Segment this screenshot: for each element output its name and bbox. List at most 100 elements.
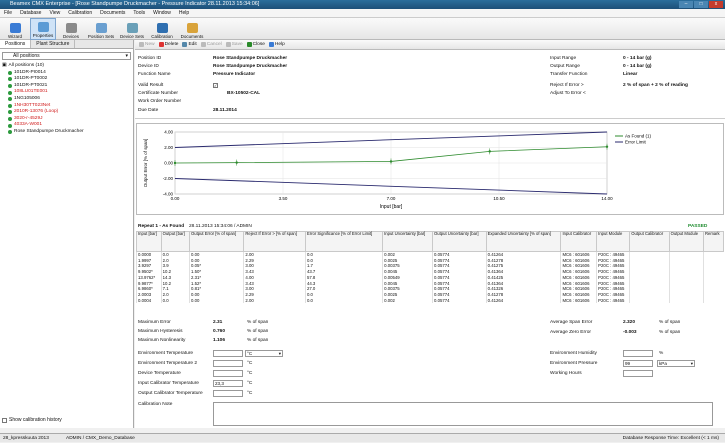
- pressure-unit-select[interactable]: kPa ▾: [657, 360, 695, 367]
- close-window-button[interactable]: x: [709, 1, 723, 8]
- menu-calibration[interactable]: Calibration: [68, 10, 92, 16]
- wizard-icon: [9, 23, 21, 33]
- avg-zero-unit: % of span: [659, 330, 681, 335]
- table-row[interactable]: 0.0004 0.0 0.00 2.00 0.0 0.002 0.05774 0.41264 M…: [136, 297, 724, 304]
- output-cal-temp-unit: °C: [247, 391, 253, 396]
- output-range-value: 0 - 14 bar (g): [623, 64, 652, 69]
- reject-label: Reject If Error >: [550, 83, 584, 88]
- menu-view[interactable]: View: [49, 10, 60, 16]
- position-icon: [8, 103, 12, 108]
- env-temp-field[interactable]: [213, 350, 243, 357]
- menu-database[interactable]: Database: [20, 10, 41, 16]
- env-temp2-field[interactable]: [213, 360, 243, 367]
- error-chart: 0.00 3.50 7.00 10.50 14.00 -4.00 -2.00 0.00 2.00…: [136, 123, 724, 215]
- show-history-checkbox[interactable]: Show calibration history: [2, 417, 62, 423]
- certificate-value: BX-10502-CAL: [227, 91, 261, 96]
- device-sets-button[interactable]: Device Sets: [118, 18, 146, 40]
- delete-button[interactable]: Delete: [158, 42, 178, 47]
- valid-result-checkbox[interactable]: ✓: [213, 83, 218, 88]
- menu-window[interactable]: Window: [153, 10, 171, 16]
- tab-positions[interactable]: Positions: [0, 40, 32, 48]
- due-date-label: Due Date: [138, 108, 159, 113]
- tree-item[interactable]: 101DR-PT0002: [2, 76, 133, 83]
- menu-help[interactable]: Help: [179, 10, 189, 16]
- save-button[interactable]: Save: [225, 42, 243, 47]
- documents-icon: [186, 23, 198, 33]
- env-temp2-label: Environment Temperature 2: [138, 361, 198, 366]
- wizard-button[interactable]: Wizard: [2, 18, 28, 40]
- input-cal-temp-field[interactable]: 23,3: [213, 380, 243, 387]
- close-button[interactable]: Close: [246, 42, 265, 47]
- menu-tools[interactable]: Tools: [133, 10, 145, 16]
- y-tick-label: -2.00: [163, 176, 174, 181]
- column-header[interactable]: Remark: [702, 231, 725, 252]
- position-filter-select[interactable]: All positions ▾: [2, 52, 131, 60]
- column-header[interactable]: Input Uncertainty [bar]: [382, 231, 434, 252]
- position-icon: [8, 84, 12, 89]
- table-cell: 0.0: [304, 297, 383, 304]
- properties-button[interactable]: Properties: [30, 18, 56, 40]
- env-temp-unit-select[interactable]: °C ▾: [245, 350, 283, 357]
- tab-plant-structure[interactable]: Plant Structure: [31, 40, 76, 48]
- device-temp-field[interactable]: [213, 370, 243, 377]
- pressure-field[interactable]: 99: [623, 360, 653, 367]
- documents-button[interactable]: Documents: [178, 18, 206, 40]
- column-header[interactable]: Output Error [% of span]: [189, 231, 245, 252]
- error-chart-svg: 0.00 3.50 7.00 10.50 14.00 -4.00 -2.00 0.00 2.00…: [143, 130, 652, 211]
- position-icon: [8, 123, 12, 128]
- results-table: Input [bar] Output [bar] Output Error [% o…: [136, 231, 725, 304]
- avg-zero-value: -0.003: [623, 330, 637, 335]
- close-icon: [246, 42, 252, 47]
- legend-label: Error Limit: [625, 140, 647, 145]
- new-button[interactable]: New: [139, 42, 155, 47]
- tree-item[interactable]: 4033A-W001: [2, 122, 133, 129]
- tree-root[interactable]: ▣ All positions (10): [2, 63, 133, 70]
- column-header[interactable]: Reject If Error > [% of span]: [243, 231, 306, 252]
- function-label: Function Name: [138, 72, 171, 77]
- position-icon: [8, 117, 12, 122]
- column-header[interactable]: Expanded Uncertainty [% of span]: [485, 231, 562, 252]
- position-id-label: Position ID: [138, 56, 162, 61]
- max-error-unit: % of span: [247, 320, 269, 325]
- device-temp-unit: °C: [247, 371, 253, 376]
- menu-documents[interactable]: Documents: [100, 10, 125, 16]
- input-range-label: Input Range: [550, 56, 577, 61]
- table-cell: 0.41264: [485, 297, 561, 304]
- tree-item[interactable]: 108LU01TE001: [2, 89, 133, 96]
- column-header[interactable]: Output [bar]: [160, 231, 191, 252]
- help-button[interactable]: Help: [268, 42, 285, 47]
- tree-item[interactable]: Rose Standpumpe Druckmacher: [2, 129, 133, 136]
- column-header[interactable]: Input [bar]: [136, 231, 162, 252]
- minimize-button[interactable]: –: [679, 1, 693, 8]
- devices-button[interactable]: Devices: [58, 18, 84, 40]
- work-order-label: Work Order Number: [138, 99, 182, 104]
- column-header[interactable]: Error Significance [% of Error Limit]: [304, 231, 384, 252]
- humidity-field[interactable]: [623, 350, 653, 357]
- position-sets-button[interactable]: Position Sets: [86, 18, 116, 40]
- column-header[interactable]: Input Calibrator: [560, 231, 598, 252]
- table-cell: 0.00: [189, 297, 244, 304]
- y-tick-label: 4.00: [164, 130, 173, 135]
- calibration-note-field[interactable]: [213, 402, 713, 426]
- max-nonlinearity-value: 1.106: [213, 338, 226, 343]
- tree-item[interactable]: 1NG105006: [2, 96, 133, 103]
- column-header[interactable]: Output Calibrator: [629, 231, 670, 252]
- maximize-button[interactable]: □: [694, 1, 708, 8]
- table-cell: [629, 297, 670, 304]
- y-tick-label: 0.00: [164, 161, 173, 166]
- calibration-button[interactable]: Calibration: [148, 18, 176, 40]
- column-header[interactable]: Input Module: [596, 231, 631, 252]
- x-tick-label: 10.50: [493, 196, 505, 201]
- column-header[interactable]: Output Module: [668, 231, 704, 252]
- cancel-button[interactable]: Cancel: [200, 42, 222, 47]
- tree-item[interactable]: 2010R-13076 (Loop): [2, 109, 133, 116]
- working-hours-field[interactable]: [623, 370, 653, 377]
- checkbox-icon: [2, 417, 7, 423]
- menu-file[interactable]: File: [4, 10, 12, 16]
- edit-button[interactable]: Edit: [182, 42, 197, 47]
- new-icon: [139, 42, 144, 47]
- max-hysteresis-label: Maximum Hysteresis: [138, 329, 183, 334]
- folder-icon: ▣: [2, 63, 7, 68]
- column-header[interactable]: Output Uncertainty [bar]: [432, 231, 487, 252]
- output-cal-temp-field[interactable]: [213, 390, 243, 397]
